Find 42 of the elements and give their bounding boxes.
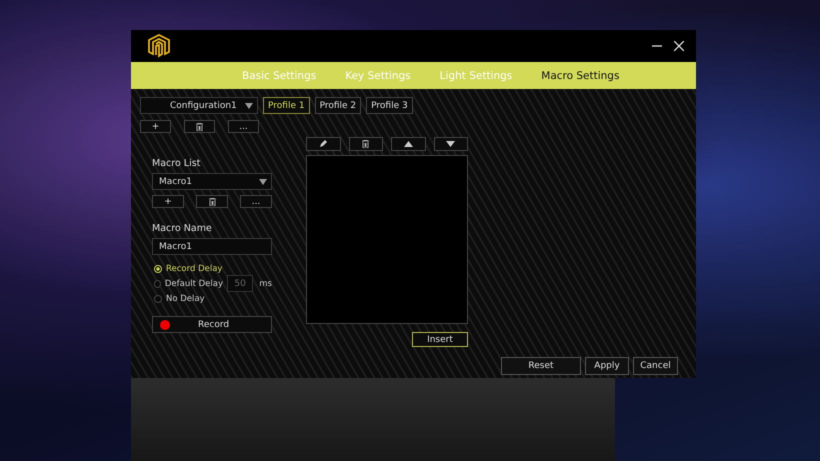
- delete-button[interactable]: [184, 120, 215, 133]
- profile-tab[interactable]: Profile 3: [366, 97, 413, 114]
- macro-dropdown[interactable]: Macro1: [152, 173, 272, 190]
- radio-label: Default Delay: [164, 278, 224, 288]
- dropdown-caret-icon: [259, 178, 267, 184]
- footer-button[interactable]: Reset: [501, 357, 581, 375]
- dropdown-caret-icon: [245, 102, 253, 108]
- app-logo-icon: [147, 34, 171, 58]
- radio-label: Record Delay: [166, 264, 224, 274]
- radio-button[interactable]: [154, 280, 161, 288]
- add-button[interactable]: +: [152, 195, 184, 208]
- edit-button[interactable]: [306, 137, 340, 151]
- move-up-button[interactable]: [391, 137, 426, 151]
- pencil-icon: [319, 140, 328, 148]
- radio-button[interactable]: [154, 294, 162, 302]
- macro-list-label: Macro List: [152, 157, 202, 170]
- add-button[interactable]: +: [140, 120, 171, 133]
- minimize-icon[interactable]: [652, 45, 662, 47]
- profile-tab[interactable]: Profile 2: [314, 97, 362, 114]
- delete-button[interactable]: [348, 137, 383, 151]
- footer-button[interactable]: Cancel: [633, 357, 678, 375]
- configuration-dropdown[interactable]: Configuration1: [140, 97, 258, 114]
- trash-icon: [196, 122, 203, 130]
- radio-label: No Delay: [166, 294, 206, 304]
- more-button[interactable]: ...: [228, 120, 259, 133]
- record-button[interactable]: Record: [152, 316, 272, 333]
- unit-label: ms: [259, 278, 272, 288]
- up-triangle-icon: [404, 141, 413, 147]
- settings-tab[interactable]: Macro Settings: [541, 70, 620, 82]
- close-icon[interactable]: [674, 41, 684, 51]
- down-triangle-icon: [446, 141, 456, 147]
- insert-button[interactable]: Insert: [412, 332, 468, 347]
- footer-button[interactable]: Apply: [585, 357, 629, 375]
- delete-button[interactable]: [196, 195, 228, 208]
- record-dot-icon: [160, 320, 170, 330]
- macro-name-label: Macro Name: [152, 222, 213, 235]
- profile-tab[interactable]: Profile 1: [263, 97, 310, 114]
- move-down-button[interactable]: [434, 137, 468, 151]
- more-button[interactable]: ...: [240, 195, 272, 208]
- trash-icon: [208, 198, 216, 206]
- macro-name-field[interactable]: Macro1: [152, 238, 272, 255]
- trash-icon: [362, 140, 370, 148]
